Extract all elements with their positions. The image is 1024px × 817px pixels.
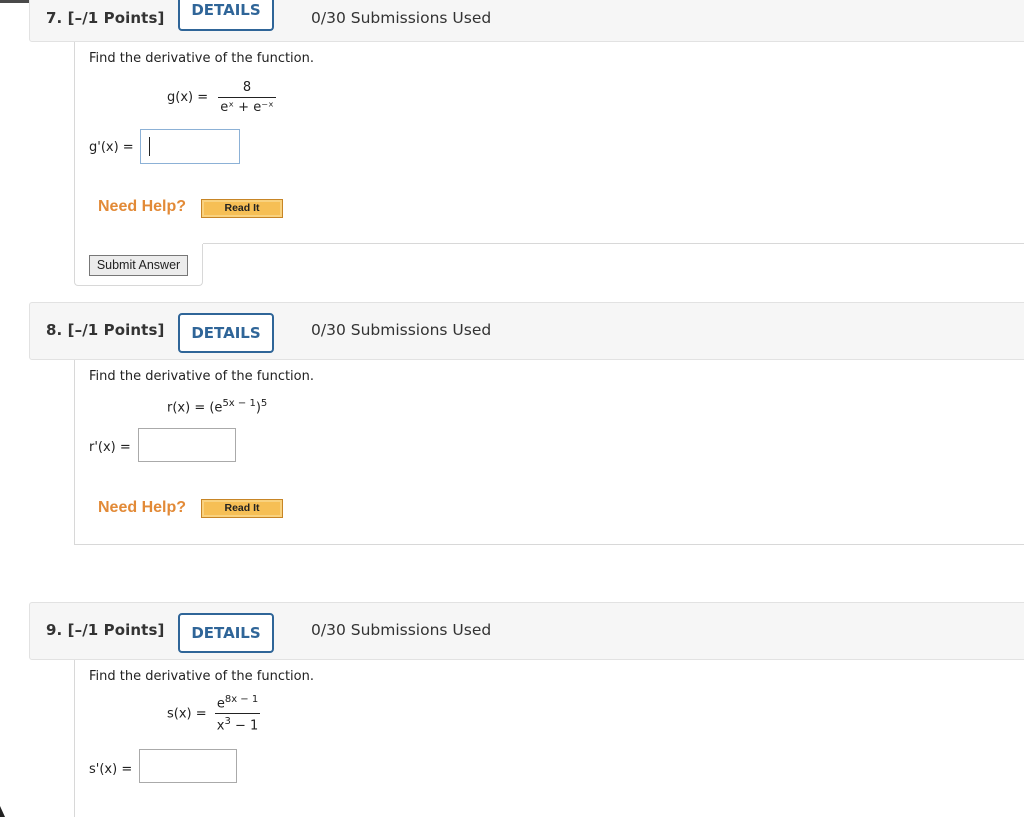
question-9-submissions: 0/30 Submissions Used [311, 621, 492, 639]
function-base: (e [209, 400, 223, 416]
question-9-details-button[interactable]: DETAILS [178, 613, 274, 653]
question-8-need-help: Need Help? [98, 499, 187, 516]
submit-answer-button[interactable]: Submit Answer [89, 255, 188, 276]
question-8-prompt: Find the derivative of the function. [89, 369, 314, 384]
question-9-function: s(x) = e8x − 1 x3 − 1 [167, 694, 261, 734]
question-7-submissions: 0/30 Submissions Used [311, 9, 492, 27]
question-8-read-it-button[interactable]: Read It [201, 499, 283, 518]
divider [203, 243, 1024, 244]
question-7-answer-label: g'(x) = [89, 140, 134, 155]
question-9-header: 9. [–/1 Points] DETAILS 0/30 Submissions… [29, 602, 1024, 660]
question-7-header: 7. [–/1 Points] DETAILS 0/30 Submissions… [29, 0, 1024, 42]
function-numerator: 8 [242, 80, 252, 95]
question-8-points: 8. [–/1 Points] [46, 321, 165, 339]
numerator-exponent: 8x − 1 [224, 694, 259, 705]
function-lhs: g(x) = [167, 90, 209, 105]
question-7-function: g(x) = 8 eˣ + e⁻ˣ [167, 80, 276, 115]
function-lhs: r(x) = [167, 400, 206, 416]
question-7-details-button[interactable]: DETAILS [178, 0, 274, 31]
question-7-answer-input[interactable] [140, 129, 240, 164]
numerator-base: e [216, 696, 225, 712]
question-7-prompt: Find the derivative of the function. [89, 51, 314, 66]
submit-area: Submit Answer [74, 244, 203, 286]
text-caret [149, 137, 150, 156]
question-8-body: Find the derivative of the function. r(x… [74, 360, 1024, 545]
function-lhs: s(x) = [167, 706, 207, 722]
question-9-body: Find the derivative of the function. s(x… [74, 660, 1024, 817]
question-7-need-help: Need Help? [98, 198, 187, 215]
mouse-cursor-icon [0, 806, 5, 817]
question-9-points: 9. [–/1 Points] [46, 621, 165, 639]
question-7-points: 7. [–/1 Points] [46, 9, 165, 27]
question-7-read-it-button[interactable]: Read It [201, 199, 283, 218]
question-8-header: 8. [–/1 Points] DETAILS 0/30 Submissions… [29, 302, 1024, 360]
question-9-answer-input[interactable] [139, 749, 237, 783]
question-8-function: r(x) = (e5x − 1)5 [167, 398, 267, 415]
question-9-prompt: Find the derivative of the function. [89, 669, 314, 684]
function-denominator: eˣ + e⁻ˣ [218, 97, 276, 115]
question-8-submissions: 0/30 Submissions Used [311, 321, 492, 339]
question-7-body: Find the derivative of the function. g(x… [74, 42, 1024, 244]
denominator-tail: − 1 [230, 718, 259, 734]
question-8-details-button[interactable]: DETAILS [178, 313, 274, 353]
function-exponent: 5x − 1 [222, 398, 256, 409]
function-outer-exponent: 5 [260, 398, 268, 409]
question-8-answer-input[interactable] [138, 428, 236, 462]
question-8-answer-label: r'(x) = [89, 440, 131, 455]
question-9-answer-label: s'(x) = [89, 762, 133, 777]
